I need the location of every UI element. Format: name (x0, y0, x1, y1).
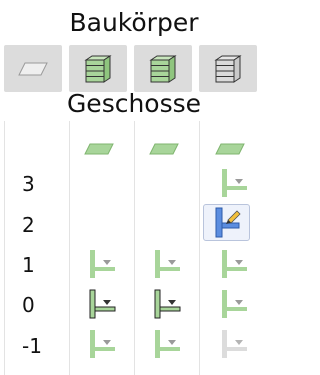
storey-green-icon (90, 250, 115, 278)
selected-storey-cell[interactable] (203, 204, 250, 241)
storey-cell[interactable] (86, 248, 118, 280)
geschosse-title: Geschosse (66, 89, 202, 118)
column-header-3[interactable] (199, 45, 257, 92)
floor-label: 3 (22, 172, 35, 196)
building-green-icon (84, 54, 112, 83)
storey-green-icon (222, 250, 247, 278)
building-gray-icon (214, 54, 242, 83)
storey-cell[interactable] (218, 248, 250, 280)
storey-cell[interactable] (151, 328, 183, 360)
column-divider (134, 121, 135, 375)
building-green-icon (149, 54, 177, 83)
column-divider (4, 121, 5, 375)
storey-green-icon (222, 169, 247, 197)
storey-green-icon (155, 330, 180, 358)
column-header-all[interactable] (4, 45, 62, 92)
column-divider (69, 121, 70, 375)
floor-label: 2 (22, 213, 35, 237)
roof-slab-icon[interactable] (215, 143, 245, 155)
floor-label: 0 (22, 293, 35, 317)
roof-slab-icon[interactable] (84, 143, 114, 155)
storey-cell[interactable] (86, 328, 118, 360)
baukoerper-title: Baukörper (69, 8, 199, 37)
storey-cell[interactable] (86, 288, 118, 320)
storey-cell[interactable] (218, 167, 250, 199)
pencil-icon (226, 210, 241, 224)
column-divider (199, 121, 200, 375)
storey-active-icon (154, 289, 181, 319)
storey-active-icon (89, 289, 116, 319)
floor-label: 1 (22, 253, 35, 277)
storey-cell[interactable] (218, 328, 250, 360)
storey-blue-edit-icon (215, 207, 241, 238)
slab-outline-icon (18, 62, 48, 75)
storey-cell[interactable] (151, 288, 183, 320)
storey-green-icon (222, 290, 247, 318)
storey-green-icon (155, 250, 180, 278)
storey-cell[interactable] (151, 248, 183, 280)
column-header-2[interactable] (134, 45, 192, 92)
storey-gray-icon (222, 330, 247, 358)
column-header-1[interactable] (69, 45, 127, 92)
storey-cell[interactable] (218, 288, 250, 320)
roof-slab-icon[interactable] (149, 143, 179, 155)
storey-green-icon (90, 330, 115, 358)
floor-label: -1 (22, 334, 42, 358)
